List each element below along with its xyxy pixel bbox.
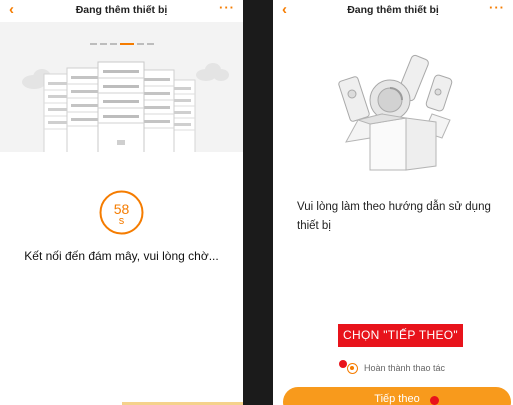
radio-checked-icon[interactable] (347, 363, 358, 374)
nav-bar: ‹ Đang thêm thiết bị ··· (273, 0, 513, 22)
screen-gap (243, 0, 273, 405)
more-dots-icon[interactable]: ··· (489, 0, 505, 15)
tap-marker-icon (430, 396, 439, 405)
server-illustration-area (0, 22, 243, 152)
open-box-devices-icon (338, 54, 453, 171)
confirm-label: Hoàn thành thao tác (364, 363, 446, 373)
page-title: Đang thêm thiết bị (75, 4, 168, 16)
page-title: Đang thêm thiết bị (347, 4, 439, 16)
next-button[interactable]: Tiếp theo (283, 387, 511, 405)
tap-marker-icon (339, 360, 347, 368)
nav-bar: ‹ Đang thêm thiết bị ··· (0, 0, 243, 22)
server-racks-icon (22, 61, 229, 152)
status-text: Kết nối đến đám mây, vui lòng chờ... (24, 249, 219, 263)
instruction-text: Vui lòng làm theo hướng dẫn sử dụng thiế… (297, 201, 491, 232)
countdown-unit: s (118, 215, 125, 227)
instruction-screen: ‹ Đang thêm thiết bị ··· Vui lòng làm th… (273, 0, 513, 405)
countdown-value: 58 (113, 201, 130, 217)
choose-next-callout: CHỌN "TIẾP THEO" (338, 324, 463, 347)
connecting-screen: ‹ Đang thêm thiết bị ··· 58 s Kết nối đế… (0, 0, 243, 405)
more-dots-icon[interactable]: ··· (219, 0, 235, 15)
